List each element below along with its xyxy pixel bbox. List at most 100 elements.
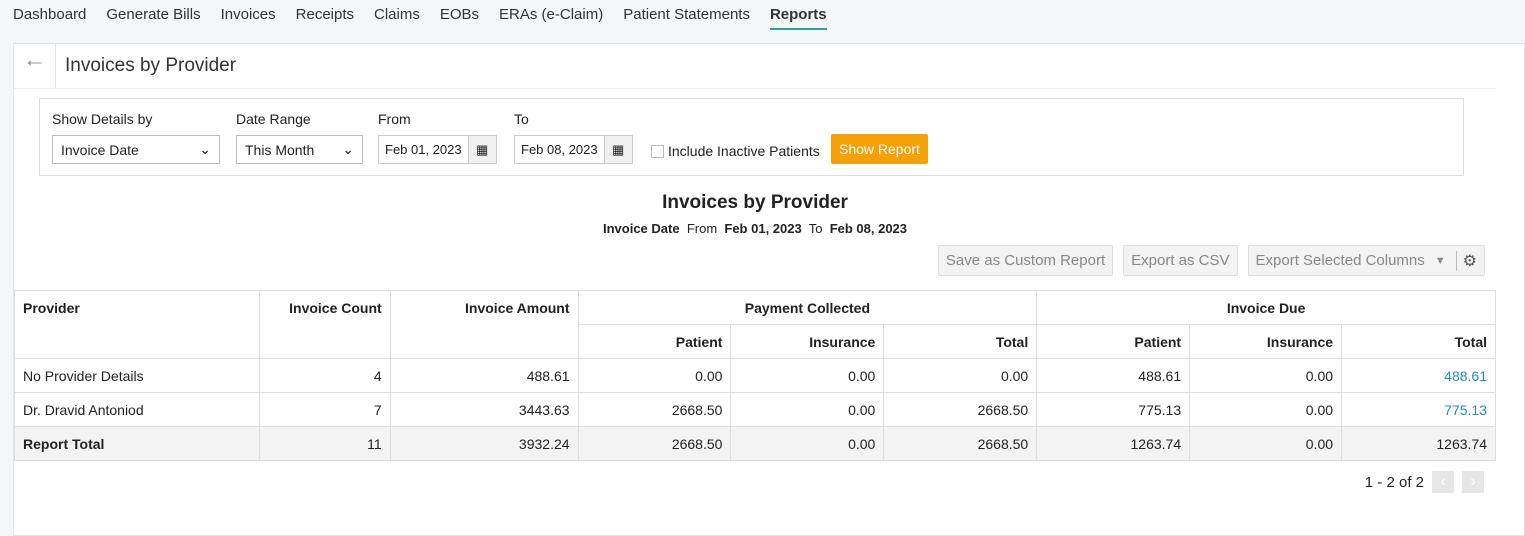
gear-icon[interactable]: ⚙ bbox=[1455, 250, 1477, 271]
to-date-value: Feb 08, 2023 bbox=[521, 142, 598, 157]
cell: 0.00 bbox=[730, 392, 885, 427]
calendar-icon[interactable]: ▦ bbox=[467, 136, 496, 163]
to-filter: To Feb 08, 2023 ▦ bbox=[514, 111, 633, 164]
cell: 3443.63 bbox=[389, 392, 579, 427]
header-invoice-amount[interactable]: Invoice Amount bbox=[389, 290, 579, 359]
header-due-insurance[interactable]: Insurance bbox=[1189, 324, 1343, 359]
header-due-total[interactable]: Total bbox=[1341, 324, 1496, 359]
date-range-label: Date Range bbox=[236, 111, 311, 127]
nav-tab-invoices[interactable]: Invoices bbox=[221, 0, 276, 30]
cell: 0.00 bbox=[1189, 392, 1343, 427]
nav-tab-reports[interactable]: Reports bbox=[769, 0, 827, 30]
show-details-label: Show Details by bbox=[52, 111, 153, 127]
report-title: Invoices by Provider bbox=[662, 192, 848, 213]
cell: Dr. Dravid Antoniod bbox=[14, 392, 260, 427]
cell: 488.61 bbox=[389, 358, 579, 393]
cell: 0.00 bbox=[883, 358, 1038, 393]
nav-tab-dashboard[interactable]: Dashboard bbox=[13, 0, 86, 30]
date-range-value: This Month bbox=[245, 141, 315, 158]
top-nav: Dashboard Generate Bills Invoices Receipts C… bbox=[0, 0, 1525, 43]
due-total-link[interactable]: 488.61 bbox=[1444, 368, 1487, 384]
calendar-icon[interactable]: ▦ bbox=[603, 136, 632, 163]
report-actions: Save as Custom Report Export as CSV Expo… bbox=[937, 245, 1485, 276]
report-table: Provider Invoice Count Invoice Amount Pa… bbox=[14, 290, 1496, 461]
subtitle-from-date: Feb 01, 2023 bbox=[724, 221, 802, 236]
header-invoice-due: Invoice Due bbox=[1036, 290, 1496, 325]
cell: 0.00 bbox=[730, 426, 885, 461]
report-panel: 🠀 Invoices by Provider Show Details by I… bbox=[13, 43, 1525, 536]
table-row: Dr. Dravid Antoniod 7 3443.63 2668.50 0.00 26… bbox=[14, 392, 1496, 427]
nav-tab-patient-statements[interactable]: Patient Statements bbox=[623, 0, 750, 30]
cell: 0.00 bbox=[577, 358, 732, 393]
nav-tab-generate-bills[interactable]: Generate Bills bbox=[106, 0, 200, 30]
chevron-down-icon: ⌄ bbox=[199, 141, 211, 157]
export-selected-columns-button[interactable]: Export Selected Columns ▼ ⚙ bbox=[1247, 245, 1485, 276]
cell: 0.00 bbox=[1189, 426, 1343, 461]
include-inactive-label: Include Inactive Patients bbox=[668, 143, 820, 159]
cell: 0.00 bbox=[1189, 358, 1343, 393]
pagination: 1 - 2 of 2 ‹ › bbox=[1365, 471, 1484, 493]
page-header: 🠀 Invoices by Provider bbox=[14, 43, 1496, 89]
cell: 775.13 bbox=[1341, 392, 1496, 427]
from-date-input[interactable]: Feb 01, 2023 ▦ bbox=[378, 135, 497, 164]
cell: Report Total bbox=[14, 426, 260, 461]
date-range-select[interactable]: This Month ⌄ bbox=[236, 135, 363, 164]
show-details-filter: Show Details by Invoice Date ⌄ bbox=[52, 111, 220, 164]
header-paid-total[interactable]: Total bbox=[883, 324, 1038, 359]
show-details-select[interactable]: Invoice Date ⌄ bbox=[52, 135, 220, 164]
cell: 3932.24 bbox=[389, 426, 579, 461]
cell: 2668.50 bbox=[577, 426, 732, 461]
nav-tab-eobs[interactable]: EOBs bbox=[440, 0, 479, 30]
cell: 1263.74 bbox=[1036, 426, 1191, 461]
header-due-patient[interactable]: Patient bbox=[1036, 324, 1191, 359]
page-title: Invoices by Provider bbox=[65, 55, 237, 76]
save-custom-report-button[interactable]: Save as Custom Report bbox=[937, 245, 1114, 276]
subtitle-to-date: Feb 08, 2023 bbox=[829, 221, 908, 236]
chevron-down-icon: ⌄ bbox=[342, 141, 354, 157]
export-csv-button[interactable]: Export as CSV bbox=[1123, 245, 1238, 276]
filter-panel: Show Details by Invoice Date ⌄ Date Range… bbox=[39, 98, 1464, 176]
cell: 7 bbox=[258, 392, 391, 427]
header-paid-insurance[interactable]: Insurance bbox=[730, 324, 885, 359]
cell: 2668.50 bbox=[883, 426, 1038, 461]
cell: 775.13 bbox=[1036, 392, 1191, 427]
cell: 2668.50 bbox=[577, 392, 732, 427]
date-range-filter: Date Range This Month ⌄ bbox=[236, 111, 363, 164]
show-report-button[interactable]: Show Report bbox=[831, 134, 928, 164]
from-filter: From Feb 01, 2023 ▦ bbox=[378, 111, 497, 164]
cell: 488.61 bbox=[1036, 358, 1191, 393]
subtitle-to: To bbox=[808, 221, 823, 236]
back-arrow-icon[interactable]: 🠀 bbox=[14, 43, 56, 89]
show-details-value: Invoice Date bbox=[61, 141, 139, 158]
to-date-input[interactable]: Feb 08, 2023 ▦ bbox=[514, 135, 633, 164]
nav-tab-receipts[interactable]: Receipts bbox=[296, 0, 354, 30]
header-payment-collected: Payment Collected bbox=[577, 290, 1038, 325]
cell: 1263.74 bbox=[1341, 426, 1496, 461]
total-row: Report Total 11 3932.24 2668.50 0.00 2668.50 1… bbox=[14, 426, 1496, 461]
report-subtitle: Invoice Date From Feb 01, 2023 To Feb 08… bbox=[14, 221, 1496, 236]
to-label: To bbox=[514, 111, 529, 127]
caret-down-icon: ▼ bbox=[1434, 254, 1446, 267]
include-inactive-checkbox[interactable]: Include Inactive Patients bbox=[651, 143, 820, 159]
nav-tab-eras-e-claim[interactable]: ERAs (e-Claim) bbox=[499, 0, 603, 30]
table-row: No Provider Details 4 488.61 0.00 0.00 0.00 48… bbox=[14, 358, 1496, 393]
cell: 488.61 bbox=[1341, 358, 1496, 393]
export-selected-label: Export Selected Columns bbox=[1255, 252, 1425, 269]
cell: 4 bbox=[258, 358, 391, 393]
checkbox-icon[interactable] bbox=[651, 144, 664, 158]
subtitle-from: From bbox=[686, 221, 718, 236]
prev-page-icon[interactable]: ‹ bbox=[1432, 471, 1454, 493]
next-page-icon[interactable]: › bbox=[1462, 471, 1484, 493]
cell: 11 bbox=[258, 426, 391, 461]
nav-tab-claims[interactable]: Claims bbox=[374, 0, 420, 30]
cell: No Provider Details bbox=[14, 358, 260, 393]
pagination-text: 1 - 2 of 2 bbox=[1364, 473, 1424, 491]
header-provider[interactable]: Provider bbox=[14, 290, 260, 359]
header-invoice-count[interactable]: Invoice Count bbox=[258, 290, 391, 359]
from-label: From bbox=[378, 111, 411, 127]
due-total-link[interactable]: 775.13 bbox=[1444, 402, 1487, 418]
from-date-value: Feb 01, 2023 bbox=[385, 142, 462, 157]
header-paid-patient[interactable]: Patient bbox=[577, 324, 732, 359]
subtitle-field: Invoice Date bbox=[602, 221, 680, 236]
cell: 2668.50 bbox=[883, 392, 1038, 427]
